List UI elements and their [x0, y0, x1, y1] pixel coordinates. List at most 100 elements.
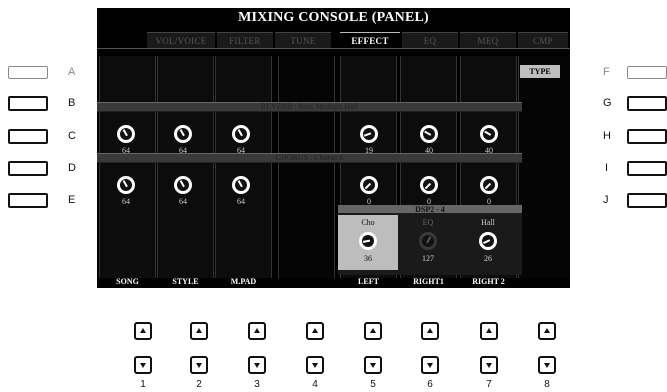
side-letter-e: E: [68, 194, 76, 206]
down-button-4[interactable]: [306, 356, 324, 374]
up-arrow-icon: [427, 328, 433, 333]
footer-label-right2: RIGHT 2: [472, 277, 505, 286]
side-button-j[interactable]: [627, 193, 667, 208]
button-number-8: 8: [544, 379, 550, 390]
dsp-value-hall: 26: [484, 254, 492, 263]
down-button-5[interactable]: [364, 356, 382, 374]
button-number-5: 5: [370, 379, 376, 390]
tab-eq[interactable]: EQ: [402, 32, 458, 49]
down-button-7[interactable]: [480, 356, 498, 374]
button-number-1: 1: [140, 379, 146, 390]
chorus-knob-song[interactable]: [117, 176, 135, 194]
button-number-6: 6: [427, 379, 433, 390]
reverb-knob-right1[interactable]: [420, 125, 438, 143]
up-button-2[interactable]: [190, 322, 208, 340]
side-letter-c: C: [68, 130, 76, 142]
up-button-6[interactable]: [421, 322, 439, 340]
side-letter-g: G: [603, 97, 612, 109]
side-button-i[interactable]: [627, 161, 667, 176]
up-button-4[interactable]: [306, 322, 324, 340]
channel-column-empty: [278, 56, 335, 278]
dsp-knob-hall[interactable]: [479, 232, 497, 250]
footer-label-right1: RIGHT1: [413, 277, 444, 286]
up-arrow-icon: [254, 328, 260, 333]
up-arrow-icon: [140, 328, 146, 333]
tab-filter[interactable]: FILTER: [217, 32, 273, 49]
tab-effect[interactable]: EFFECT: [340, 32, 400, 49]
up-button-7[interactable]: [480, 322, 498, 340]
type-button[interactable]: TYPE: [520, 65, 560, 78]
down-button-6[interactable]: [421, 356, 439, 374]
reverb-knob-right2[interactable]: [480, 125, 498, 143]
side-letter-a: A: [68, 66, 76, 78]
down-arrow-icon: [312, 363, 318, 368]
tab-divider: [97, 48, 570, 49]
side-button-c[interactable]: [8, 129, 48, 144]
footer-label-style: STYLE: [172, 277, 199, 286]
chorus-knob-right2[interactable]: [480, 176, 498, 194]
reverb-knob-style[interactable]: [174, 125, 192, 143]
dsp-knob-cho[interactable]: [359, 232, 377, 250]
footer-label-song: SONG: [116, 277, 139, 286]
side-letter-f: F: [603, 66, 610, 78]
reverb-knob-mpad[interactable]: [232, 125, 250, 143]
chorus-value-mpad: 64: [237, 197, 245, 206]
dsp-knob-eq[interactable]: [419, 232, 437, 250]
dsp-value-cho: 36: [364, 254, 372, 263]
down-arrow-icon: [544, 363, 550, 368]
dsp-label-hall: Hall: [481, 218, 495, 227]
tab-vol-voice[interactable]: VOL/VOICE: [147, 32, 215, 49]
side-button-e[interactable]: [8, 193, 48, 208]
channel-column-song: [99, 56, 156, 278]
channel-column-mpad: [215, 56, 272, 278]
up-button-5[interactable]: [364, 322, 382, 340]
side-letter-i: I: [605, 162, 609, 174]
side-letter-d: D: [68, 162, 76, 174]
up-button-3[interactable]: [248, 322, 266, 340]
reverb-bar: REVERB : Real Medium Hall: [97, 102, 522, 112]
down-button-2[interactable]: [190, 356, 208, 374]
side-button-b[interactable]: [8, 96, 48, 111]
reverb-knob-song[interactable]: [117, 125, 135, 143]
side-button-a[interactable]: [8, 66, 48, 79]
tab-meq[interactable]: MEQ: [460, 32, 516, 49]
down-button-3[interactable]: [248, 356, 266, 374]
side-button-f[interactable]: [627, 66, 667, 79]
reverb-value-song: 64: [122, 146, 130, 155]
footer-label-left: LEFT: [358, 277, 379, 286]
reverb-knob-left[interactable]: [360, 125, 378, 143]
tab-cmp[interactable]: CMP: [518, 32, 568, 49]
side-button-d[interactable]: [8, 161, 48, 176]
down-button-8[interactable]: [538, 356, 556, 374]
button-number-4: 4: [312, 379, 318, 390]
dsp-header: DSP2 - 4: [338, 205, 522, 214]
channel-column-style: [157, 56, 214, 278]
up-arrow-icon: [312, 328, 318, 333]
reverb-value-right2: 40: [485, 146, 493, 155]
up-button-1[interactable]: [134, 322, 152, 340]
chorus-knob-left[interactable]: [360, 176, 378, 194]
up-arrow-icon: [486, 328, 492, 333]
side-letter-h: H: [603, 130, 611, 142]
chorus-knob-right1[interactable]: [420, 176, 438, 194]
reverb-value-right1: 40: [425, 146, 433, 155]
down-arrow-icon: [140, 363, 146, 368]
dsp-label-cho: Cho: [361, 218, 375, 227]
screen-title: MIXING CONSOLE (PANEL): [238, 10, 429, 25]
side-button-h[interactable]: [627, 129, 667, 144]
side-letter-b: B: [68, 97, 76, 109]
chorus-knob-mpad[interactable]: [232, 176, 250, 194]
chorus-knob-style[interactable]: [174, 176, 192, 194]
side-button-g[interactable]: [627, 96, 667, 111]
down-arrow-icon: [427, 363, 433, 368]
down-arrow-icon: [196, 363, 202, 368]
up-arrow-icon: [196, 328, 202, 333]
lcd-screen: MIXING CONSOLE (PANEL) VOL/VOICE FILTER …: [97, 8, 570, 288]
chorus-value-style: 64: [179, 197, 187, 206]
tab-tune[interactable]: TUNE: [275, 32, 331, 49]
dsp-value-eq: 127: [422, 254, 434, 263]
up-button-8[interactable]: [538, 322, 556, 340]
down-button-1[interactable]: [134, 356, 152, 374]
button-number-3: 3: [254, 379, 260, 390]
up-arrow-icon: [544, 328, 550, 333]
